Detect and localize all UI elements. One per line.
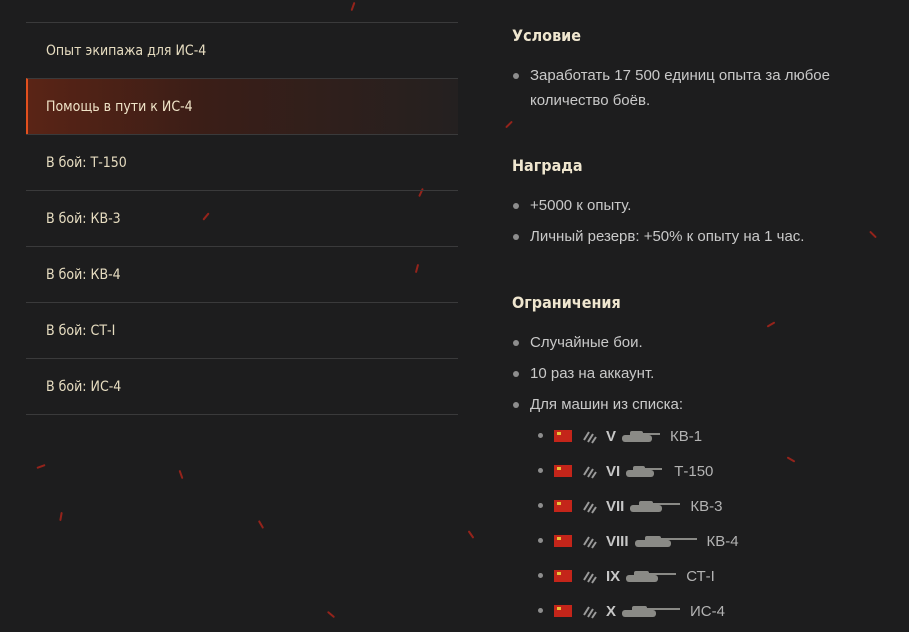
mission-label: В бой: ИС-4	[46, 378, 122, 395]
vehicle-item: IX СТ-I	[538, 566, 715, 586]
vehicle-name: СТ-I	[686, 567, 715, 585]
tank-silhouette-icon	[630, 501, 681, 512]
ussr-flag-icon	[554, 430, 572, 442]
mission-item-is4[interactable]: В бой: ИС-4	[26, 358, 458, 415]
mission-label: В бой: КВ-4	[46, 266, 121, 283]
vehicle-tier: VIII	[606, 532, 629, 550]
restrictions-title: Ограничения	[512, 293, 621, 312]
reward-title: Награда	[512, 156, 583, 175]
mission-label: Помощь в пути к ИС-4	[46, 98, 193, 115]
condition-title: Условие	[512, 26, 582, 45]
mission-label: Опыт экипажа для ИС-4	[46, 42, 207, 59]
heavy-tank-class-icon	[583, 501, 597, 514]
vehicle-tier: VII	[606, 497, 625, 515]
heavy-tank-class-icon	[583, 606, 597, 619]
heavy-tank-class-icon	[583, 466, 597, 479]
reward-item: +5000 к опыту.	[512, 193, 890, 218]
reward-item: Личный резерв: +50% к опыту на 1 час.	[512, 224, 890, 249]
vehicle-tier: X	[606, 602, 617, 620]
vehicle-tier: VI	[606, 462, 621, 480]
mission-label: В бой: СТ-I	[46, 322, 116, 339]
vehicle-name: ИС-4	[690, 602, 725, 620]
vehicle-item: V КВ-1	[537, 426, 703, 446]
ussr-flag-icon	[554, 605, 572, 617]
vehicle-name: КВ-3	[690, 497, 723, 515]
tank-silhouette-icon	[622, 431, 661, 442]
ussr-flag-icon	[554, 465, 572, 477]
vehicle-name: КВ-4	[706, 532, 739, 550]
vehicle-item: X ИС-4	[538, 601, 725, 621]
heavy-tank-class-icon	[583, 431, 597, 444]
vehicle-tier: IX	[606, 567, 621, 585]
restriction-item: 10 раз на аккаунт.	[512, 361, 890, 386]
mission-item-crew-xp[interactable]: Опыт экипажа для ИС-4	[26, 22, 458, 78]
ussr-flag-icon	[554, 500, 572, 512]
mission-item-help-on-way[interactable]: Помощь в пути к ИС-4	[26, 78, 458, 134]
tank-silhouette-icon	[626, 466, 663, 477]
ussr-flag-icon	[554, 535, 572, 547]
mission-item-kv3[interactable]: В бой: КВ-3	[26, 190, 458, 246]
mission-item-kv4[interactable]: В бой: КВ-4	[26, 246, 458, 302]
mission-list: Опыт экипажа для ИС-4 Помощь в пути к ИС…	[26, 22, 458, 415]
condition-item: Заработать 17 500 единиц опыта за любое …	[512, 63, 890, 113]
restriction-item: Для машин из списка:	[512, 392, 890, 417]
tank-silhouette-icon	[626, 571, 677, 582]
mission-label: В бой: Т-150	[46, 154, 127, 171]
mission-item-st1[interactable]: В бой: СТ-I	[26, 302, 458, 358]
vehicle-item: VI Т-150	[537, 461, 714, 481]
vehicle-tier: V	[606, 427, 617, 445]
restriction-item: Случайные бои.	[512, 330, 890, 355]
heavy-tank-class-icon	[583, 536, 597, 549]
mission-label: В бой: КВ-3	[46, 210, 121, 227]
mission-item-t150[interactable]: В бой: Т-150	[26, 134, 458, 190]
vehicle-item: VII КВ-3	[537, 496, 723, 516]
ussr-flag-icon	[554, 570, 572, 582]
tank-silhouette-icon	[634, 536, 697, 547]
tank-silhouette-icon	[622, 606, 681, 617]
vehicle-item: VIII КВ-4	[538, 531, 739, 551]
heavy-tank-class-icon	[583, 571, 597, 584]
vehicle-name: Т-150	[674, 462, 714, 480]
vehicle-name: КВ-1	[670, 427, 703, 445]
